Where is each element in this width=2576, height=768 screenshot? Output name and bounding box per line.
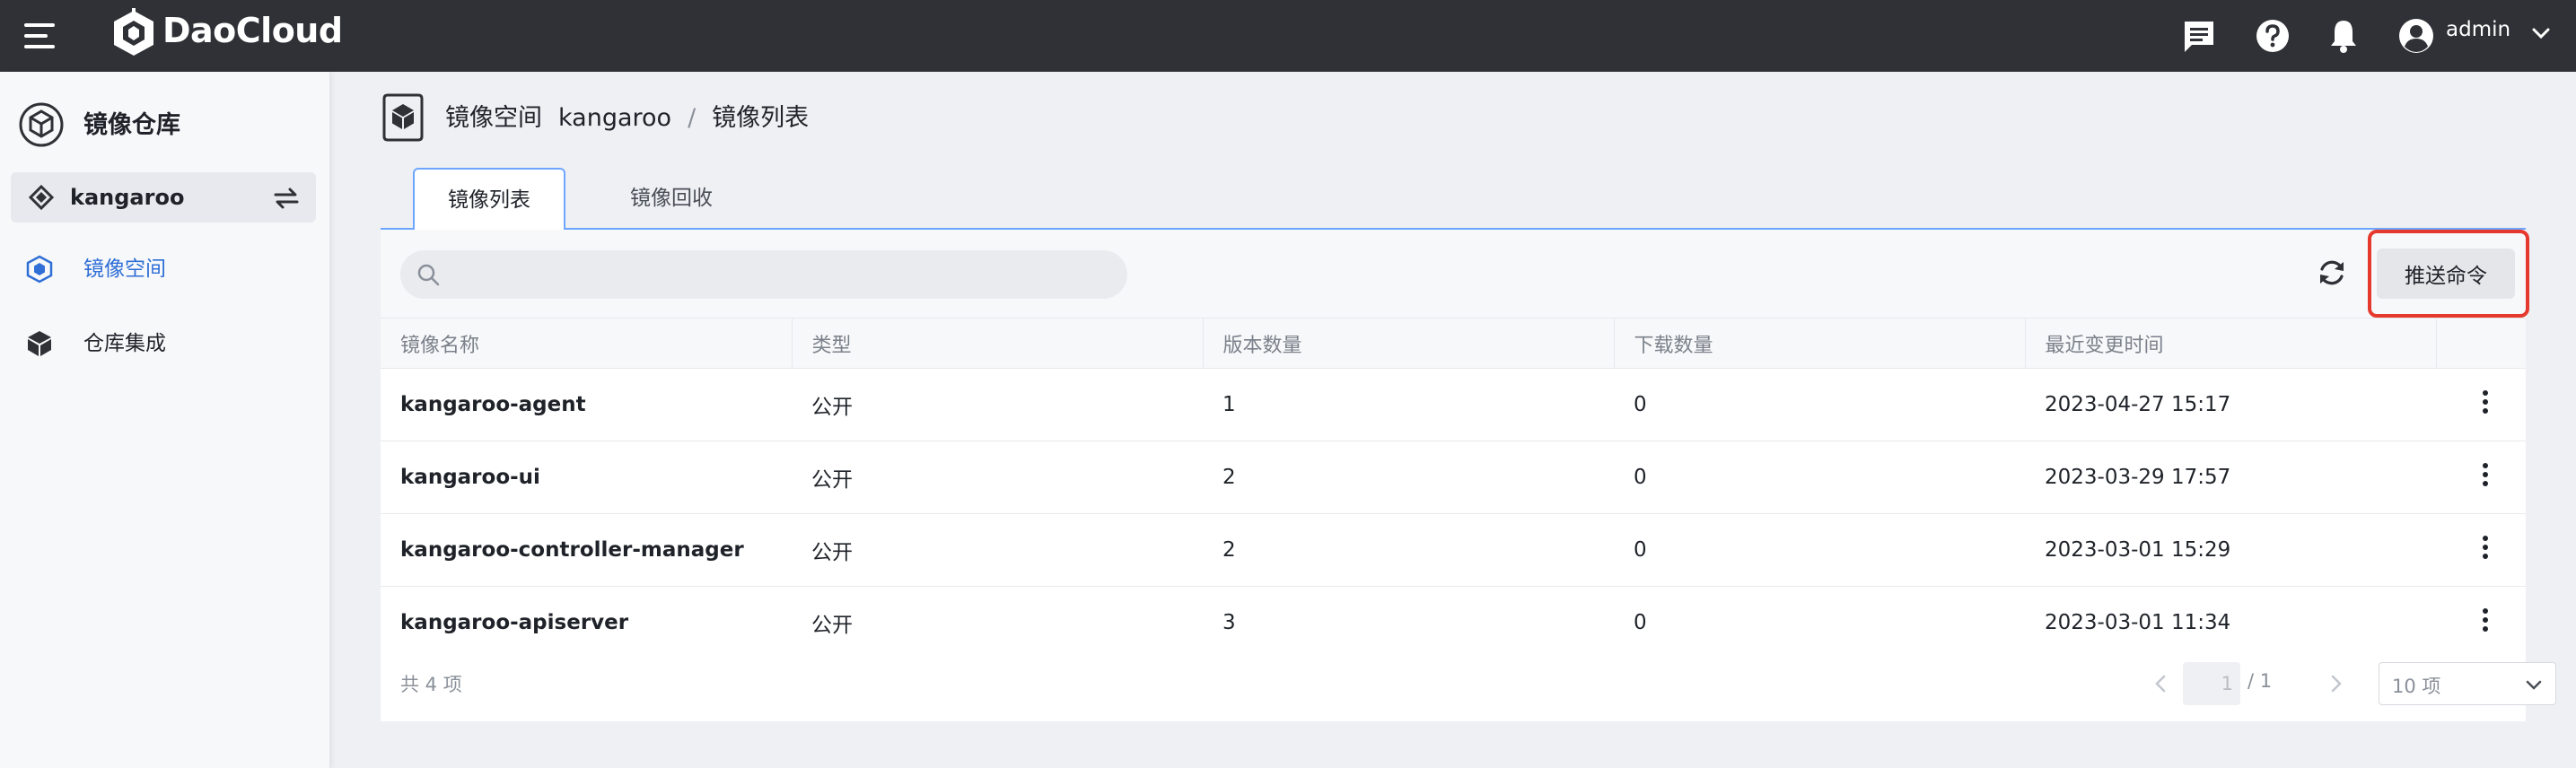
image-versions: 2 <box>1203 441 1614 514</box>
search-icon <box>417 264 440 286</box>
row-actions <box>2436 368 2526 441</box>
image-updated: 2023-03-01 15:29 <box>2025 513 2436 587</box>
page-size-select[interactable]: 10 项 <box>2379 662 2556 705</box>
toolbar: 推送命令 <box>381 230 2529 318</box>
notification-bell-icon[interactable] <box>2324 16 2363 56</box>
image-type: 公开 <box>792 441 1203 514</box>
message-icon[interactable] <box>2179 16 2219 56</box>
tab-image-list[interactable]: 镜像列表 <box>413 168 565 230</box>
column-header-downloads[interactable]: 下载数量 <box>1614 318 2026 369</box>
breadcrumb-separator: / <box>688 104 697 132</box>
table-header: 镜像名称 类型 版本数量 下载数量 最近变更时间 <box>381 318 2526 369</box>
avatar[interactable] <box>2396 16 2436 56</box>
column-header-versions[interactable]: 版本数量 <box>1203 318 1615 369</box>
workspace-icon <box>29 185 54 210</box>
image-updated: 2023-04-27 15:17 <box>2025 368 2436 441</box>
row-actions <box>2436 441 2526 514</box>
workspace-selector[interactable]: kangaroo <box>11 172 316 223</box>
help-icon[interactable] <box>2253 16 2292 56</box>
switch-workspace-icon[interactable] <box>271 183 302 214</box>
column-header-updated[interactable]: 最近变更时间 <box>2025 318 2437 369</box>
table-row[interactable]: kangaroo-ui 公开 2 0 2023-03-29 17:57 <box>381 441 2526 514</box>
more-actions-icon[interactable] <box>2472 604 2499 636</box>
cube-icon <box>28 331 51 356</box>
main-content: 镜像空间 kangaroo / 镜像列表 镜像列表 镜像回收 推送命令 镜像名称… <box>330 72 2576 768</box>
page-number-input[interactable]: 1 <box>2183 662 2240 705</box>
column-header-name[interactable]: 镜像名称 <box>381 318 793 369</box>
image-name[interactable]: kangaroo-controller-manager <box>381 513 792 587</box>
breadcrumb-current: 镜像列表 <box>712 104 810 132</box>
brand-name[interactable]: DaoCloud <box>162 10 343 51</box>
page-cube-icon <box>382 93 424 142</box>
hexagon-box-icon <box>26 255 53 284</box>
image-registry-icon <box>19 102 64 147</box>
page-total: / 1 <box>2247 670 2273 692</box>
chevron-left-icon[interactable] <box>2147 669 2174 698</box>
image-versions: 2 <box>1203 513 1614 587</box>
image-type: 公开 <box>792 513 1203 587</box>
sidebar-item-label: 镜像空间 <box>83 257 166 281</box>
column-header-type[interactable]: 类型 <box>792 318 1204 369</box>
search-box[interactable] <box>400 250 1127 299</box>
table-row[interactable]: kangaroo-controller-manager 公开 2 0 2023-… <box>381 513 2526 587</box>
table-row[interactable]: kangaroo-agent 公开 1 0 2023-04-27 15:17 <box>381 368 2526 441</box>
image-name[interactable]: kangaroo-ui <box>381 441 792 514</box>
row-actions <box>2436 513 2526 587</box>
refresh-icon[interactable] <box>2314 255 2350 291</box>
page-size-value: 10 项 <box>2392 676 2441 697</box>
tab-image-recycle[interactable]: 镜像回收 <box>592 168 750 230</box>
more-actions-icon[interactable] <box>2472 458 2499 491</box>
image-downloads: 0 <box>1614 513 2025 587</box>
sidebar-title: 镜像仓库 <box>83 111 180 139</box>
sidebar: 镜像仓库 kangaroo 镜像空间 仓库集成 <box>0 72 330 768</box>
total-count: 共 4 项 <box>400 674 462 695</box>
image-downloads: 0 <box>1614 441 2025 514</box>
image-list-panel: 推送命令 镜像名称 类型 版本数量 下载数量 最近变更时间 kangaroo-a… <box>381 230 2556 721</box>
sidebar-item-registry-integration[interactable]: 仓库集成 <box>0 319 330 369</box>
breadcrumb-root[interactable]: 镜像空间 <box>445 104 542 132</box>
daocloud-logo-icon[interactable] <box>109 8 159 58</box>
sidebar-item-image-space[interactable]: 镜像空间 <box>0 244 330 294</box>
image-type: 公开 <box>792 368 1203 441</box>
image-name[interactable]: kangaroo-agent <box>381 368 792 441</box>
image-versions: 1 <box>1203 368 1614 441</box>
chevron-down-icon <box>2526 680 2542 690</box>
user-name[interactable]: admin <box>2446 16 2510 43</box>
breadcrumb-workspace[interactable]: kangaroo <box>558 104 671 132</box>
table-footer: 共 4 项 1 / 1 10 项 <box>381 648 2556 721</box>
image-table: 镜像名称 类型 版本数量 下载数量 最近变更时间 kangaroo-agent … <box>381 318 2526 659</box>
column-header-actions <box>2436 318 2526 369</box>
top-bar: DaoCloud admin <box>0 0 2576 72</box>
workspace-name: kangaroo <box>70 185 185 210</box>
sidebar-item-label: 仓库集成 <box>83 332 166 355</box>
more-actions-icon[interactable] <box>2472 386 2499 418</box>
breadcrumb: 镜像空间 kangaroo / 镜像列表 <box>445 102 809 135</box>
menu-icon[interactable] <box>24 18 57 54</box>
image-updated: 2023-03-29 17:57 <box>2025 441 2436 514</box>
more-actions-icon[interactable] <box>2472 531 2499 563</box>
push-command-button[interactable]: 推送命令 <box>2377 249 2515 299</box>
chevron-right-icon[interactable] <box>2323 669 2350 698</box>
search-input[interactable] <box>449 250 1113 299</box>
image-downloads: 0 <box>1614 368 2025 441</box>
chevron-down-icon[interactable] <box>2528 20 2554 47</box>
